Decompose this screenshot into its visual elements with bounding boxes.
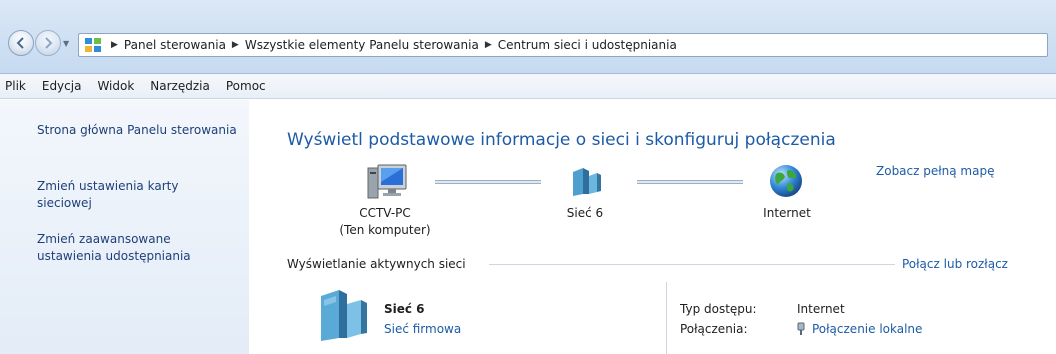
active-network-name: Sieć 6 (384, 302, 425, 316)
breadcrumb-item[interactable]: Panel sterowania (124, 38, 226, 52)
arrow-right-icon (45, 37, 53, 49)
address-region: ▼ ▶ Panel sterowania ▶ Wszystkie element… (0, 0, 1056, 74)
connect-disconnect-link[interactable]: Połącz lub rozłącz (902, 257, 1008, 271)
access-type-value: Internet (797, 302, 845, 316)
menu-pomoc[interactable]: Pomoc (226, 79, 266, 93)
full-map-link[interactable]: Zobacz pełną mapę (876, 164, 994, 178)
breadcrumb-item[interactable]: Centrum sieci i udostępniania (498, 38, 677, 52)
connection-link-text[interactable]: Połączenie lokalne (812, 322, 922, 336)
sidebar-link-advanced-sharing[interactable]: Zmień zaawansowane ustawienia udostępnia… (37, 231, 237, 265)
back-button[interactable] (8, 30, 34, 56)
computer-subtitle: (Ten komputer) (339, 223, 431, 237)
breadcrumb-separator-icon[interactable]: ▶ (485, 40, 492, 50)
sidebar-link-adapter-settings[interactable]: Zmień ustawienia karty sieciowej (37, 178, 237, 212)
connections-label: Połączenia: (680, 322, 748, 336)
internet-label: Internet (763, 206, 811, 220)
active-network-type-link[interactable]: Sieć firmowa (384, 322, 461, 336)
arrow-left-icon (16, 37, 24, 49)
menu-widok[interactable]: Widok (97, 79, 134, 93)
sidebar-link-control-panel-home[interactable]: Strona główna Panelu sterowania (37, 122, 237, 139)
breadcrumb-separator-icon[interactable]: ▶ (232, 40, 239, 50)
connection-line (435, 180, 541, 184)
menu-narzedzia[interactable]: Narzędzia (150, 79, 210, 93)
menu-bar: Plik Edycja Widok Narzędzia Pomoc (0, 74, 1056, 99)
network-icon (315, 286, 371, 347)
network-cable-icon (797, 322, 805, 335)
history-dropdown-icon[interactable]: ▼ (63, 39, 69, 48)
breadcrumb-item[interactable]: Wszystkie elementy Panelu sterowania (245, 38, 479, 52)
section-divider (489, 264, 895, 265)
control-panel-icon (83, 36, 103, 54)
address-bar[interactable]: ▶ Panel sterowania ▶ Wszystkie elementy … (78, 33, 1048, 57)
forward-button[interactable] (35, 30, 61, 56)
network-label: Sieć 6 (566, 206, 604, 220)
page-title: Wyświetl podstawowe informacje o sieci i… (287, 130, 836, 150)
vertical-divider (666, 282, 667, 354)
breadcrumb-separator-icon[interactable]: ▶ (111, 40, 118, 50)
active-networks-heading: Wyświetlanie aktywnych sieci (287, 257, 466, 271)
computer-label: CCTV-PC (Ten komputer) (330, 205, 440, 239)
computer-name: CCTV-PC (359, 206, 411, 220)
network-icon[interactable] (567, 164, 603, 201)
computer-icon[interactable] (366, 162, 408, 205)
connection-line (637, 180, 743, 184)
menu-edycja[interactable]: Edycja (42, 79, 82, 93)
sidebar: Strona główna Panelu sterowania Zmień us… (0, 100, 249, 354)
globe-icon[interactable] (767, 162, 805, 203)
access-type-label: Typ dostępu: (680, 302, 757, 316)
connection-link[interactable]: Połączenie lokalne (796, 322, 922, 336)
menu-plik[interactable]: Plik (5, 79, 26, 93)
